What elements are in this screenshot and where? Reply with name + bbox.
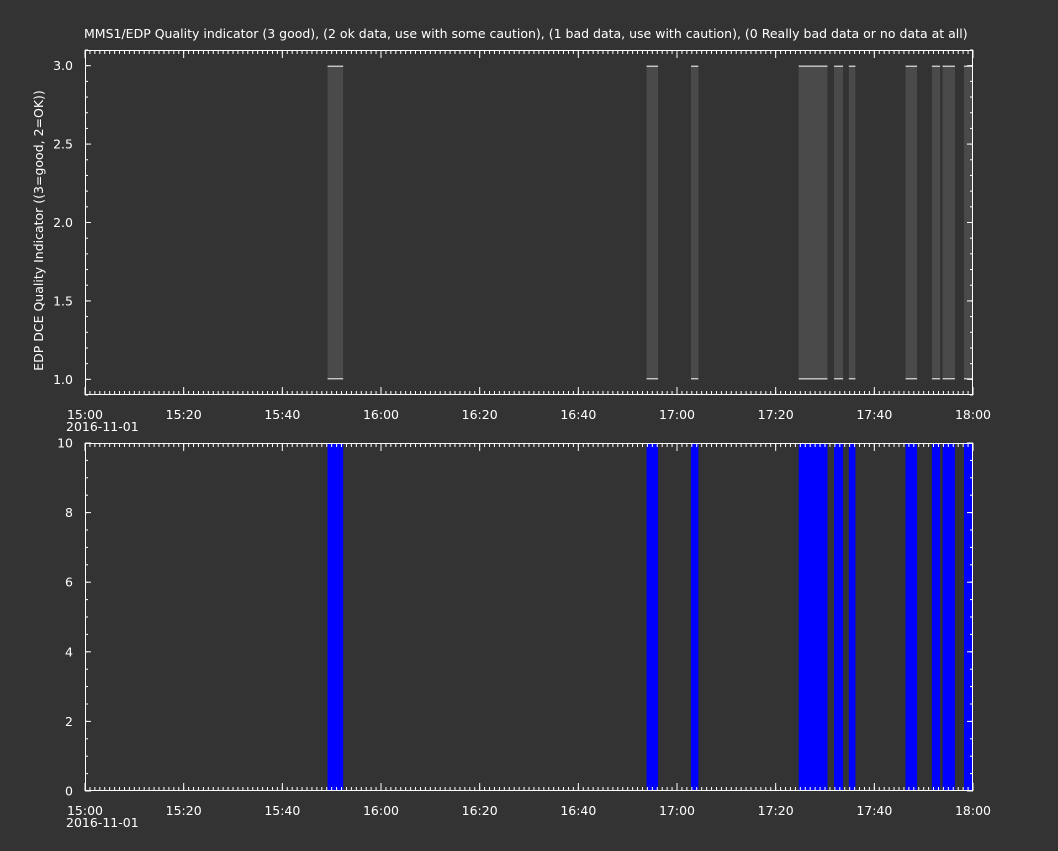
y-tick-label: 4 — [65, 644, 73, 659]
x-tick-label: 16:20 — [462, 803, 498, 818]
figure: MMS1/EDP Quality indicator (3 good), (2 … — [0, 0, 1058, 851]
x-tick-label: 17:00 — [659, 407, 695, 422]
x-tick-label: 16:40 — [560, 407, 596, 422]
y-tick-label: 2.5 — [53, 137, 73, 152]
bar-1-2 — [646, 65, 659, 380]
x-tick-label: 17:20 — [758, 407, 794, 422]
x-tick-label: 16:20 — [462, 407, 498, 422]
x-date-label: 2016-11-01 — [66, 419, 139, 434]
y-tick-label: 2 — [65, 714, 73, 729]
x-tick-label: 16:40 — [560, 803, 596, 818]
bar-1-8 — [931, 65, 941, 380]
bar-1-1 — [327, 65, 344, 380]
bar-1-4 — [798, 65, 828, 380]
y-tick-label: 2.0 — [53, 215, 73, 230]
chart-panel-1: MMS1/EDP Quality indicator (3 good), (2 … — [31, 26, 991, 434]
y-tick-label: 6 — [65, 575, 73, 590]
x-tick-label: 16:00 — [363, 407, 399, 422]
bar-1-7 — [905, 65, 918, 380]
x-tick-label: 18:00 — [955, 407, 991, 422]
charts-canvas: MMS1/EDP Quality indicator (3 good), (2 … — [31, 26, 991, 831]
y-tick-label: 10 — [57, 436, 73, 451]
bar-2-5 — [834, 443, 844, 791]
x-tick-label: 17:00 — [659, 803, 695, 818]
x-date-label: 2016-11-01 — [66, 815, 139, 830]
y-axis-label: EDP DCE Quality Indicator ((3=good, 2=OK… — [31, 90, 46, 371]
x-tick-label: 18:00 — [955, 803, 991, 818]
bar-2-6 — [848, 443, 856, 791]
x-tick-label: 16:00 — [363, 803, 399, 818]
y-tick-label: 1.0 — [53, 372, 73, 387]
chart-panel-2: 024681015:00 15:20 15:40 16:00 16:20 16:40 17:… — [57, 436, 991, 831]
bar-1-9 — [942, 65, 955, 380]
bar-1-3 — [690, 65, 699, 380]
bar-2-7 — [905, 443, 918, 791]
bar-2-3 — [690, 443, 699, 791]
chart-title: MMS1/EDP Quality indicator (3 good), (2 … — [84, 26, 968, 41]
y-tick-label: 8 — [65, 505, 73, 520]
y-tick-label: 0 — [65, 784, 73, 799]
x-tick-label: 15:20 — [166, 803, 202, 818]
x-tick-label: 17:20 — [758, 803, 794, 818]
x-tick-label: 17:40 — [856, 407, 892, 422]
y-tick-label: 1.5 — [53, 293, 73, 308]
x-tick-label: 17:40 — [856, 803, 892, 818]
x-tick-label: 15:40 — [264, 803, 300, 818]
bar-2-1 — [327, 443, 344, 791]
x-tick-label: 15:20 — [166, 407, 202, 422]
bar-2-9 — [942, 443, 955, 791]
x-tick-label: 15:40 — [264, 407, 300, 422]
bar-2-2 — [646, 443, 659, 791]
bar-1-6 — [848, 65, 856, 380]
bar-2-8 — [931, 443, 941, 791]
y-tick-label: 3.0 — [53, 58, 73, 73]
bar-2-4 — [798, 443, 828, 791]
bar-1-5 — [834, 65, 844, 380]
